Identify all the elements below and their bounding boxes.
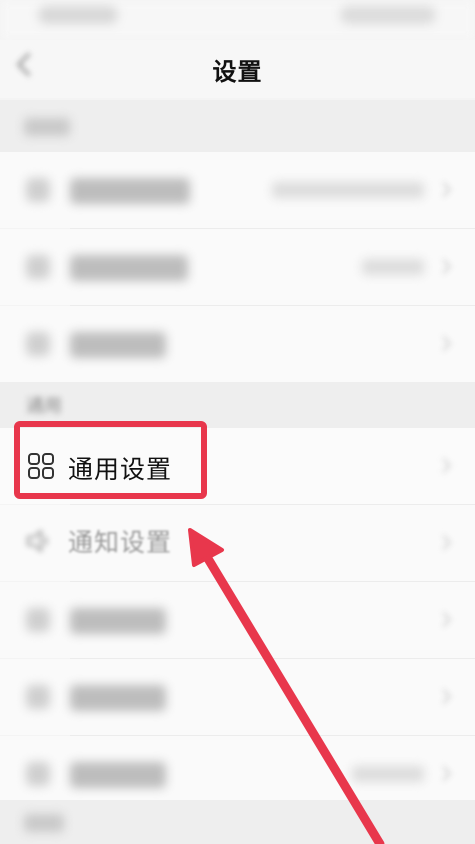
row-label-blurred [70, 608, 166, 634]
row-icon [26, 762, 50, 786]
notification-settings-label: 通知设置 [68, 528, 173, 557]
row-icon [26, 685, 50, 709]
page-title: 设置 [212, 58, 263, 86]
speaker-icon [27, 530, 48, 552]
chevron-right-icon [435, 765, 452, 782]
row-label-blurred [70, 178, 190, 204]
settings-row[interactable] [0, 582, 475, 658]
status-bar [0, 0, 475, 40]
chevron-right-icon [435, 457, 452, 474]
section-header-account [0, 100, 475, 152]
settings-row[interactable] [0, 306, 475, 382]
row-label-blurred [70, 332, 166, 358]
row-value-blurred [352, 766, 424, 782]
row-icon [26, 608, 50, 632]
settings-row[interactable] [0, 659, 475, 735]
chevron-right-icon [435, 534, 452, 551]
status-bar-time-blurred [38, 6, 118, 24]
row-value-blurred [272, 182, 424, 198]
row-value-blurred [362, 259, 424, 275]
settings-row[interactable] [0, 152, 475, 228]
chevron-right-icon [435, 688, 452, 705]
section-header-bottom [0, 800, 475, 844]
section-header-label-blurred [24, 814, 64, 832]
row-label-blurred [70, 762, 166, 788]
row-icon [26, 255, 50, 279]
chevron-right-icon [435, 181, 452, 198]
row-label-blurred [70, 685, 166, 711]
row-label-blurred [70, 255, 188, 281]
status-bar-indicators-blurred [340, 6, 436, 24]
chevron-right-icon [435, 611, 452, 628]
highlight-annotation-box [14, 421, 207, 499]
settings-row[interactable] [0, 229, 475, 305]
section-header-label-blurred [24, 118, 70, 136]
section-header-label: 通用 [26, 396, 62, 417]
row-icon [26, 332, 50, 356]
chevron-right-icon [435, 335, 452, 352]
chevron-right-icon [435, 258, 452, 275]
row-icon [26, 178, 50, 202]
